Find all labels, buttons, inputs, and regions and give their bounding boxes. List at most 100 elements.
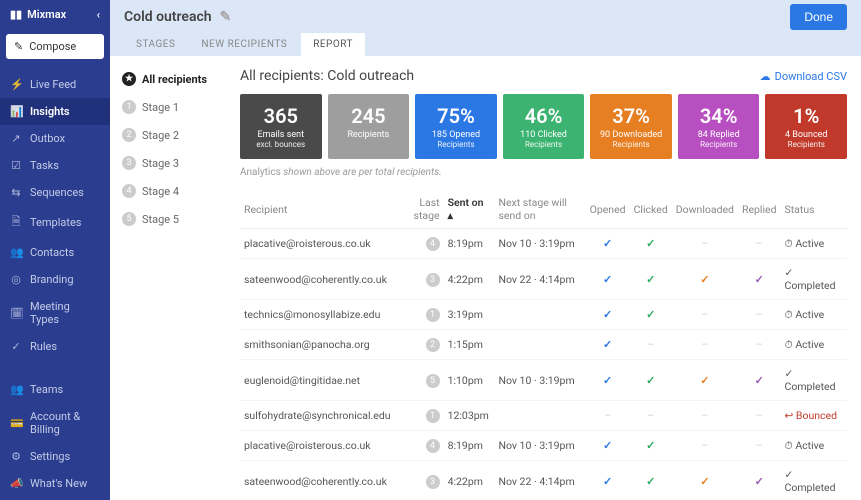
nav-item-what-s-new[interactable]: 📣What's New [0, 470, 110, 497]
nav-item-rules[interactable]: ✓Rules [0, 333, 110, 360]
table-row[interactable]: placative@roisterous.co.uk 4 8:19pm Nov … [240, 229, 847, 259]
stat-card[interactable]: 37%90 DownloadedRecipients [590, 94, 672, 159]
last-stage-cell: 2 [395, 330, 444, 360]
compose-button[interactable]: ✎ Compose [6, 34, 104, 59]
column-header[interactable]: Replied [738, 190, 781, 229]
check-icon: ✓ [646, 374, 655, 387]
recipient-cell: smithsonian@panocha.org [240, 330, 395, 360]
nav-item-settings[interactable]: ⚙Settings [0, 443, 110, 470]
check-icon: ✓ [646, 273, 655, 286]
nav-item-sequences[interactable]: ⇆Sequences [0, 179, 110, 206]
stage-item-3[interactable]: 3Stage 3 [120, 152, 230, 174]
stage-list: ★All recipients 1Stage 1 2Stage 2 3Stage 3 4… [110, 56, 240, 500]
dash-icon: – [756, 237, 763, 250]
column-header[interactable]: Clicked [630, 190, 672, 229]
column-header[interactable]: Last stage [395, 190, 444, 229]
table-row[interactable]: sateenwood@coherently.co.uk 3 4:22pm Nov… [240, 461, 847, 500]
nav-item-meeting-types[interactable]: 🗓Meeting Types [0, 293, 110, 333]
nav-item-insights[interactable]: 📊Insights [0, 98, 110, 125]
edit-icon[interactable]: ✎ [220, 9, 232, 25]
dash-icon: – [701, 439, 708, 452]
clicked-cell: ✓ [630, 461, 672, 500]
next-stage-cell [494, 300, 585, 330]
stat-label: 185 Opened [419, 130, 493, 140]
nav-icon: 🗓 [10, 307, 22, 320]
status-cell: Active [781, 330, 847, 360]
downloaded-cell: – [672, 431, 738, 461]
table-row[interactable]: euglenoid@tingitidae.net 5 1:10pm Nov 10… [240, 360, 847, 401]
stat-sublabel: Recipients [769, 140, 843, 149]
recipient-cell: sulfohydrate@synchronical.edu [240, 401, 395, 431]
column-header[interactable]: Opened [586, 190, 630, 229]
stat-card[interactable]: 365Emails sentexcl. bounces [240, 94, 322, 159]
nav-icon: ✓ [10, 340, 22, 353]
table-row[interactable]: technics@monosyllabize.edu 1 3:19pm ✓ ✓ … [240, 300, 847, 330]
dash-icon: – [701, 338, 708, 351]
stat-card[interactable]: 245Recipients [328, 94, 410, 159]
clicked-cell: – [630, 401, 672, 431]
status-cell: Completed [781, 461, 847, 500]
stage-item-5[interactable]: 5Stage 5 [120, 208, 230, 230]
sent-on-cell: 8:19pm [444, 229, 495, 259]
replied-cell: – [738, 431, 781, 461]
stat-value: 75% [419, 104, 493, 128]
stage-badge: 3 [426, 273, 440, 287]
table-row[interactable]: sateenwood@coherently.co.uk 3 4:22pm Nov… [240, 259, 847, 300]
column-header[interactable]: Sent on ▴ [444, 190, 495, 229]
recipient-cell: sateenwood@coherently.co.uk [240, 461, 395, 500]
column-header[interactable]: Recipient [240, 190, 395, 229]
stat-card[interactable]: 34%84 RepliedRecipients [678, 94, 760, 159]
stat-card[interactable]: 75% 185 OpenedRecipients [415, 94, 497, 159]
nav-item-live-feed[interactable]: ⚡Live Feed [0, 71, 110, 98]
collapse-icon[interactable]: ‹ [97, 8, 100, 21]
downloaded-cell: – [672, 330, 738, 360]
stat-sublabel: Recipients [507, 140, 581, 149]
stat-label: Emails sent [244, 130, 318, 140]
tab-report[interactable]: REPORT [301, 33, 365, 56]
status-cell: Completed [781, 360, 847, 401]
download-csv-label: Download CSV [775, 70, 847, 83]
column-header[interactable]: Downloaded [672, 190, 738, 229]
compose-icon: ✎ [14, 40, 23, 53]
downloaded-cell: ✓ [672, 360, 738, 401]
status-badge: Active [785, 237, 825, 250]
nav-label: Templates [30, 216, 81, 229]
nav-item-outbox[interactable]: ↗Outbox [0, 125, 110, 152]
nav-item-tasks[interactable]: ☑Tasks [0, 152, 110, 179]
dash-icon: – [756, 409, 763, 422]
content: All recipients: Cold outreach ☁ Download… [240, 56, 861, 500]
tab-new-recipients[interactable]: NEW RECIPIENTS [189, 33, 299, 56]
nav-label: Live Feed [30, 78, 76, 91]
nav-item-contacts[interactable]: 👥Contacts [0, 239, 110, 266]
column-header[interactable]: Next stage will send on [494, 190, 585, 229]
check-icon: ✓ [755, 374, 764, 387]
nav-item-branding[interactable]: ◎Branding [0, 266, 110, 293]
check-icon: ✓ [646, 308, 655, 321]
stat-card[interactable]: 1%4 BouncedRecipients [765, 94, 847, 159]
stage-badge: 4 [426, 439, 440, 453]
table-row[interactable]: placative@roisterous.co.uk 4 8:19pm Nov … [240, 431, 847, 461]
stage-all-recipients[interactable]: ★All recipients [120, 68, 230, 90]
tab-stages[interactable]: STAGES [124, 33, 187, 56]
topbar: Cold outreach ✎ Done STAGESNEW RECIPIENT… [110, 0, 861, 56]
stage-item-1[interactable]: 1Stage 1 [120, 96, 230, 118]
status-cell: Bounced [781, 401, 847, 431]
done-button[interactable]: Done [790, 4, 847, 30]
table-row[interactable]: smithsonian@panocha.org 2 1:15pm ✓ – – –… [240, 330, 847, 360]
stat-value: 1% [769, 104, 843, 128]
nav-item-account-billing[interactable]: 💳Account & Billing [0, 403, 110, 443]
nav-icon: ⇆ [10, 186, 22, 199]
download-csv-link[interactable]: ☁ Download CSV [760, 70, 847, 83]
table-row[interactable]: sulfohydrate@synchronical.edu 1 12:03pm … [240, 401, 847, 431]
dash-icon: – [701, 308, 708, 321]
nav-item-templates[interactable]: 🗎Templates [0, 206, 110, 239]
nav-item-teams[interactable]: 👥Teams [0, 376, 110, 403]
status-badge: Completed [785, 266, 836, 292]
stage-item-4[interactable]: 4Stage 4 [120, 180, 230, 202]
nav-icon: ⚙ [10, 450, 22, 463]
column-header[interactable]: Status [781, 190, 847, 229]
stage-item-2[interactable]: 2Stage 2 [120, 124, 230, 146]
nav-icon: 📊 [10, 105, 22, 118]
stat-card[interactable]: 46%110 ClickedRecipients [503, 94, 585, 159]
stat-sublabel: Recipients [419, 140, 493, 149]
